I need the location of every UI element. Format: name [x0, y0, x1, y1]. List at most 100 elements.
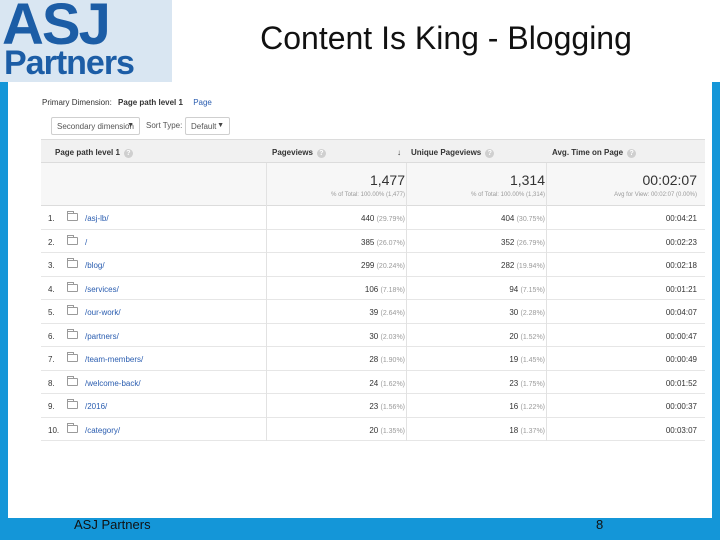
- primary-dimension-bar: Primary Dimension: Page path level 1 Pag…: [42, 98, 212, 107]
- sort-type-dropdown[interactable]: Default ▼: [185, 117, 230, 135]
- column-divider: [546, 300, 547, 324]
- column-divider: [406, 206, 407, 230]
- unique-pageviews-cell: 20 (1.52%): [509, 332, 545, 341]
- column-divider: [546, 276, 547, 300]
- table-row: 6. /partners/30 (2.03%) 20 (1.52%) 00:00:47: [41, 323, 705, 347]
- pageviews-cell: 28 (1.90%): [369, 355, 405, 364]
- folder-icon[interactable]: [67, 328, 78, 339]
- page-path-link[interactable]: /blog/: [85, 261, 105, 270]
- row-index: 1.: [48, 214, 55, 223]
- column-divider: [266, 229, 267, 253]
- column-divider: [266, 300, 267, 324]
- column-header-avg-time[interactable]: Avg. Time on Page?: [552, 148, 637, 158]
- row-index: 6.: [48, 331, 55, 341]
- column-header-page-path[interactable]: Page path level 1?: [55, 148, 133, 158]
- row-index: 7.: [48, 355, 55, 364]
- column-divider: [266, 394, 267, 418]
- column-divider: [266, 206, 267, 230]
- unique-pageviews-value: 30: [509, 308, 519, 317]
- help-icon[interactable]: ?: [627, 149, 637, 158]
- pageviews-cell: 440 (29.79%): [361, 214, 405, 223]
- sort-type-value: Default: [191, 122, 217, 131]
- table-header: Page path level 1? Pageviews? ↓ Unique P…: [41, 139, 705, 163]
- column-divider: [266, 417, 267, 441]
- page-path-link[interactable]: /services/: [85, 285, 119, 294]
- sort-type-label: Sort Type:: [146, 121, 183, 130]
- help-icon[interactable]: ?: [123, 149, 133, 158]
- folder-icon[interactable]: [67, 305, 78, 315]
- page-path-link[interactable]: /asj-lb/: [85, 214, 109, 223]
- folder-icon[interactable]: [67, 281, 78, 292]
- folder-icon[interactable]: [67, 375, 78, 386]
- table-row: 10. /category/20 (1.35%) 18 (1.37%) 00:03:0…: [41, 417, 705, 441]
- table-body: 1. /asj-lb/440 (29.79%) 404 (30.75%) 00:04:…: [41, 206, 705, 441]
- help-icon[interactable]: ?: [485, 149, 495, 158]
- page-path-link[interactable]: /welcome-back/: [85, 379, 141, 388]
- total-avg-time: 00:02:07: [642, 172, 698, 188]
- folder-icon[interactable]: [67, 234, 78, 245]
- pageviews-percent: (26.07%): [376, 239, 405, 247]
- folder-icon[interactable]: [67, 211, 78, 221]
- folder-icon[interactable]: [67, 258, 78, 268]
- avg-time-cell: 00:04:21: [665, 214, 697, 223]
- avg-time-cell: 00:03:07: [665, 425, 697, 435]
- avg-time-cell: 00:01:21: [665, 284, 697, 294]
- pageviews-percent: (7.18%): [380, 286, 405, 294]
- primary-dimension-page-link[interactable]: Page: [193, 98, 212, 107]
- column-header-unique-pageviews[interactable]: Unique Pageviews?: [411, 148, 495, 158]
- sort-arrow-icon[interactable]: ↓: [397, 148, 401, 157]
- pageviews-cell: 385 (26.07%): [361, 238, 405, 247]
- unique-pageviews-value: 23: [509, 378, 519, 388]
- avg-time-cell: 00:04:07: [665, 308, 697, 317]
- primary-dimension-value[interactable]: Page path level 1: [118, 98, 183, 107]
- table-row: 2. / 385 (26.07%) 352 (26.79%) 00:02:23: [41, 229, 705, 253]
- pageviews-percent: (1.90%): [380, 357, 405, 364]
- total-avg-time-subtext: Avg for View: 00:02:07 (0.00%): [614, 192, 697, 198]
- column-header-pageviews[interactable]: Pageviews?: [272, 148, 326, 158]
- column-divider: [406, 347, 407, 371]
- help-icon[interactable]: ?: [316, 149, 326, 158]
- pageviews-percent: (2.03%): [380, 333, 405, 341]
- unique-pageviews-value: 16: [509, 402, 519, 411]
- pageviews-value: 440: [361, 214, 375, 223]
- unique-pageviews-cell: 23 (1.75%): [509, 379, 545, 388]
- page-path-link[interactable]: /category/: [85, 426, 120, 435]
- column-divider: [406, 163, 407, 206]
- column-divider: [266, 276, 267, 300]
- total-pageviews-subtext: % of Total: 100.00% (1,477): [331, 192, 405, 198]
- unique-pageviews-cell: 19 (1.45%): [509, 355, 545, 364]
- pageviews-cell: 39 (2.64%): [369, 308, 405, 317]
- unique-pageviews-percent: (2.28%): [520, 310, 545, 317]
- pageviews-percent: (20.24%): [376, 263, 405, 270]
- pageviews-percent: (1.35%): [380, 427, 405, 435]
- page-path-link[interactable]: /2016/: [85, 402, 107, 411]
- unique-pageviews-cell: 352 (26.79%): [501, 238, 545, 247]
- column-divider: [406, 417, 407, 441]
- unique-pageviews-value: 18: [509, 425, 519, 435]
- unique-pageviews-percent: (7.15%): [520, 286, 545, 294]
- row-index: 3.: [48, 261, 55, 270]
- column-divider: [406, 394, 407, 418]
- column-divider: [546, 417, 547, 441]
- column-divider: [546, 370, 547, 394]
- row-index: 2.: [48, 237, 55, 247]
- table-row: 1. /asj-lb/440 (29.79%) 404 (30.75%) 00:04:…: [41, 206, 705, 230]
- secondary-dimension-dropdown[interactable]: Secondary dimension ▼: [51, 117, 140, 135]
- page-path-link[interactable]: /our-work/: [85, 308, 121, 317]
- unique-pageviews-value: 94: [509, 284, 519, 294]
- folder-icon[interactable]: [67, 352, 78, 362]
- avg-time-cell: 00:02:23: [665, 237, 697, 247]
- unique-pageviews-value: 352: [501, 237, 515, 247]
- page-path-link[interactable]: /team-members/: [85, 355, 143, 364]
- folder-icon[interactable]: [67, 422, 78, 433]
- pageviews-cell: 299 (20.24%): [361, 261, 405, 270]
- pages-table: Page path level 1? Pageviews? ↓ Unique P…: [41, 139, 705, 441]
- page-path-link[interactable]: /partners/: [85, 332, 119, 341]
- column-divider: [266, 323, 267, 347]
- unique-pageviews-cell: 282 (19.94%): [501, 261, 545, 270]
- page-path-link[interactable]: /: [85, 238, 87, 247]
- table-row: 5. /our-work/39 (2.64%) 30 (2.28%) 00:04:07: [41, 300, 705, 324]
- folder-icon[interactable]: [67, 399, 78, 409]
- column-divider: [266, 347, 267, 371]
- secondary-dimension-label: Secondary dimension: [57, 122, 134, 131]
